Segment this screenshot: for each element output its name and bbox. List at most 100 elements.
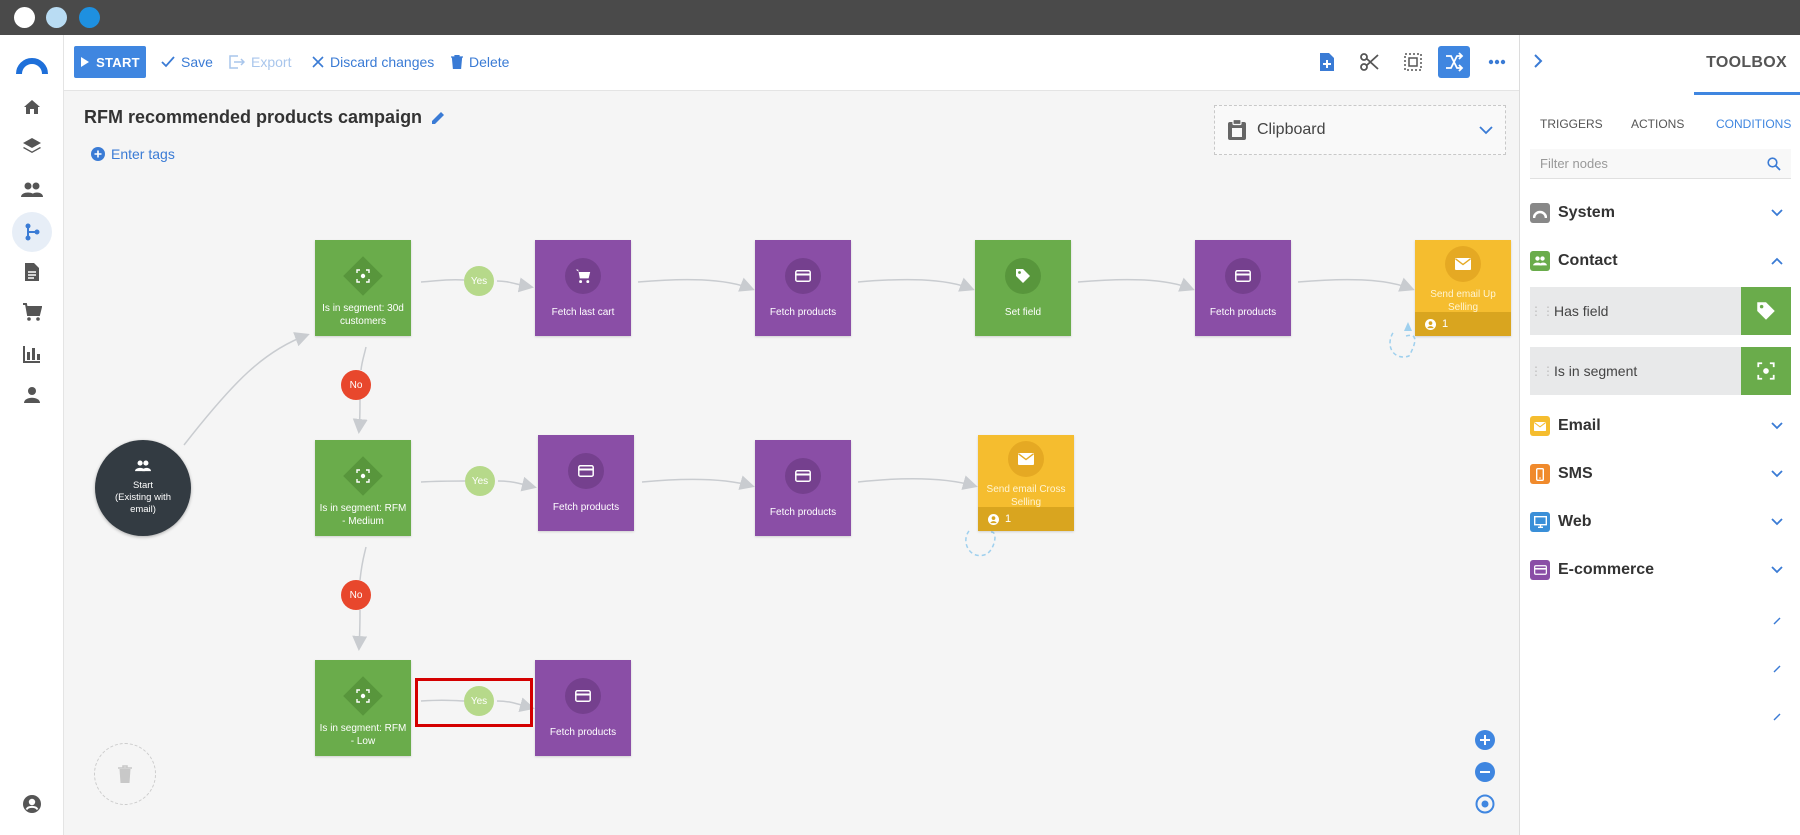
- trash-drop-zone[interactable]: [94, 743, 156, 805]
- fetch-products-node[interactable]: Fetch products: [535, 660, 631, 756]
- start-button[interactable]: START: [74, 46, 146, 78]
- more-options-icon[interactable]: [1481, 46, 1513, 78]
- window-minimize-button[interactable]: [46, 7, 67, 28]
- discard-label: Discard changes: [330, 54, 435, 70]
- segment-node-medium[interactable]: Is in segment: RFM - Medium: [315, 440, 411, 536]
- category-email[interactable]: Email: [1530, 411, 1791, 441]
- segment-node-low[interactable]: Is in segment: RFM - Low: [315, 660, 411, 756]
- start-label: START: [96, 54, 140, 70]
- chevron-down-icon: [1771, 422, 1783, 430]
- contact-count: 1: [1442, 318, 1449, 330]
- close-icon: [312, 56, 324, 68]
- contact-count-icon: [988, 513, 999, 525]
- node-stats-footer: 1: [1415, 312, 1511, 336]
- chevron-right-icon[interactable]: [1532, 53, 1544, 69]
- credit-card-icon: [1530, 560, 1550, 580]
- category-label: Email: [1558, 417, 1601, 434]
- fetch-products-node[interactable]: Fetch products: [755, 440, 851, 536]
- scissors-icon[interactable]: [1354, 46, 1386, 78]
- segment-condition-icon: [1741, 347, 1791, 395]
- zoom-out-icon[interactable]: [1474, 761, 1496, 783]
- center-view-icon[interactable]: [1474, 793, 1496, 815]
- save-button[interactable]: Save: [161, 46, 213, 78]
- node-label: Fetch products: [1209, 307, 1277, 318]
- credit-card-icon: [1225, 258, 1261, 294]
- play-icon: [81, 57, 90, 67]
- drag-handle-icon[interactable]: ⋮⋮: [1530, 304, 1554, 318]
- chevron-down-icon: [1771, 209, 1783, 217]
- zoom-in-icon[interactable]: [1474, 729, 1496, 751]
- category-contact[interactable]: Contact: [1530, 246, 1791, 276]
- toolbox-title-underline: [1694, 92, 1800, 95]
- tool-has-field[interactable]: ⋮⋮ Has field: [1530, 287, 1791, 335]
- set-field-node[interactable]: Set field: [975, 240, 1071, 336]
- export-icon: [229, 55, 245, 69]
- campaigns-icon[interactable]: [12, 212, 52, 252]
- no-badge: No: [341, 580, 371, 610]
- tab-triggers[interactable]: TRIGGERS: [1540, 105, 1603, 131]
- auto-layout-icon[interactable]: [1438, 46, 1470, 78]
- chevron-up-icon: [1771, 257, 1783, 265]
- window-maximize-button[interactable]: [79, 7, 100, 28]
- contacts-icon[interactable]: [17, 175, 47, 205]
- cart-icon[interactable]: [17, 297, 47, 327]
- category-system[interactable]: System: [1530, 198, 1791, 228]
- add-note-icon[interactable]: [1311, 46, 1343, 78]
- edit-mark-icon: [1773, 617, 1781, 625]
- credit-card-icon: [785, 258, 821, 294]
- tab-actions[interactable]: ACTIONS: [1631, 105, 1684, 131]
- tab-conditions[interactable]: CONDITIONS: [1716, 105, 1791, 131]
- enter-tags-label: Enter tags: [111, 146, 175, 162]
- category-ecommerce[interactable]: E-commerce: [1530, 555, 1791, 585]
- node-label: Fetch products: [769, 307, 837, 318]
- tool-is-in-segment[interactable]: ⋮⋮ Is in segment: [1530, 347, 1791, 395]
- delete-button[interactable]: Delete: [451, 46, 509, 78]
- node-label: Is in segment: RFM - Low: [319, 723, 407, 747]
- clipboard-dropdown[interactable]: Clipboard: [1214, 105, 1506, 155]
- edit-title-icon[interactable]: [430, 110, 446, 126]
- segment-node-30d[interactable]: Is in segment: 30d customers: [315, 240, 411, 336]
- edit-mark-icon: [1773, 713, 1781, 721]
- system-icon: [1530, 203, 1550, 223]
- export-button[interactable]: Export: [229, 46, 291, 78]
- discard-changes-button[interactable]: Discard changes: [312, 46, 434, 78]
- check-icon: [161, 56, 175, 68]
- filter-nodes-input[interactable]: Filter nodes: [1530, 149, 1791, 179]
- fetch-products-node[interactable]: Fetch products: [1195, 240, 1291, 336]
- delete-label: Delete: [469, 54, 510, 70]
- fetch-products-node[interactable]: Fetch products: [755, 240, 851, 336]
- top-toolbar: START Save Export Discard changes Delete: [64, 35, 1519, 91]
- contacts-icon: [135, 460, 151, 472]
- workflow-canvas[interactable]: RFM recommended products campaign Enter …: [64, 91, 1519, 835]
- layers-icon[interactable]: [17, 131, 47, 161]
- category-label: Contact: [1558, 252, 1618, 269]
- segment-condition-icon: [343, 676, 383, 716]
- reports-icon[interactable]: [17, 339, 47, 369]
- send-email-cross-selling-node[interactable]: Send email Cross Selling 1: [978, 435, 1074, 531]
- category-sms[interactable]: SMS: [1530, 459, 1791, 489]
- fetch-products-node[interactable]: Fetch products: [538, 435, 634, 531]
- toolbox-title: TOOLBOX: [1706, 54, 1787, 71]
- account-icon[interactable]: [17, 789, 47, 819]
- toolbox-panel: TOOLBOX TRIGGERS ACTIONS CONDITIONS Filt…: [1519, 35, 1800, 835]
- credit-card-icon: [565, 678, 601, 714]
- category-web[interactable]: Web: [1530, 507, 1791, 537]
- contact-count: 1: [1005, 513, 1012, 525]
- export-label: Export: [251, 54, 292, 70]
- yes-badge: Yes: [464, 266, 494, 296]
- chevron-down-icon: [1771, 566, 1783, 574]
- home-icon[interactable]: [17, 92, 47, 122]
- clipboard-label: Clipboard: [1257, 121, 1326, 138]
- select-area-icon[interactable]: [1397, 46, 1429, 78]
- app-logo-icon[interactable]: [16, 52, 48, 84]
- user-icon[interactable]: [17, 380, 47, 410]
- document-icon[interactable]: [17, 257, 47, 287]
- enter-tags-button[interactable]: Enter tags: [91, 146, 175, 162]
- node-label: Fetch products: [552, 502, 620, 513]
- category-label: SMS: [1558, 465, 1593, 482]
- fetch-last-cart-node[interactable]: Fetch last cart: [535, 240, 631, 336]
- window-close-button[interactable]: [14, 7, 35, 28]
- start-node[interactable]: Start (Existing with email): [95, 440, 191, 536]
- drag-handle-icon[interactable]: ⋮⋮: [1530, 364, 1554, 378]
- send-email-upselling-node[interactable]: Send email Up Selling 1: [1415, 240, 1511, 336]
